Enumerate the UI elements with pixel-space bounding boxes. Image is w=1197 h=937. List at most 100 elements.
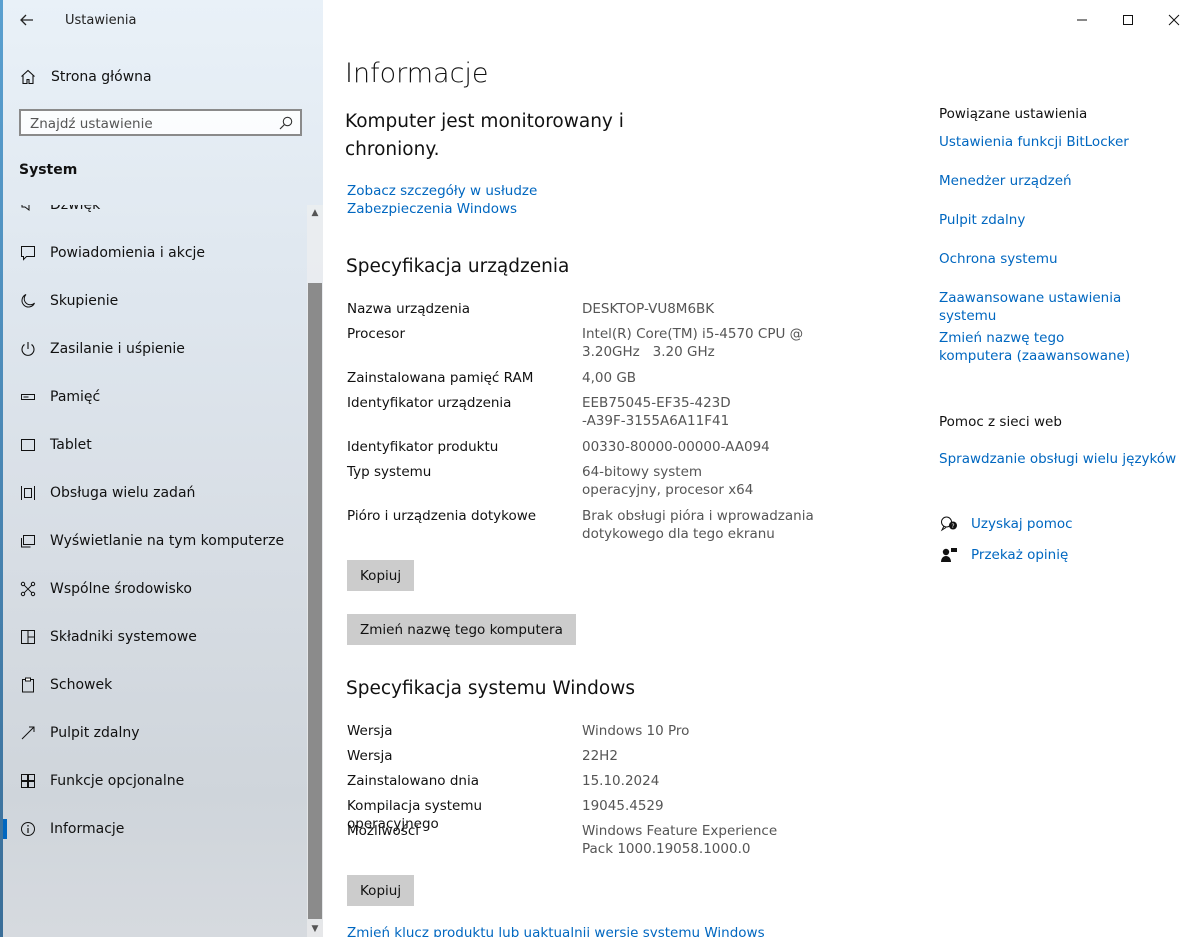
- home-label: Strona główna: [51, 69, 152, 85]
- back-arrow-icon: [20, 14, 33, 26]
- sidebar-item-focus[interactable]: Skupienie: [0, 277, 307, 325]
- spec-key: Procesor: [347, 326, 405, 342]
- sidebar-item-remote-desktop[interactable]: Pulpit zdalny: [0, 709, 307, 757]
- shared-experiences-icon: [18, 581, 38, 597]
- sidebar-item-label: Funkcje opcjonalne: [50, 773, 185, 789]
- sidebar-item-label: Informacje: [50, 821, 125, 837]
- spec-value: Windows 10 Pro: [582, 723, 690, 739]
- multi-language-link[interactable]: Sprawdzanie obsługi wielu języków: [939, 450, 1179, 468]
- rename-pc-button[interactable]: Zmień nazwę tego komputera: [347, 614, 576, 645]
- sidebar-item-tablet[interactable]: Tablet: [0, 421, 307, 469]
- sidebar-scrollbar[interactable]: ▲ ▼: [307, 205, 323, 937]
- sidebar-item-label: Składniki systemowe: [50, 629, 197, 645]
- security-status-text: Komputer jest monitorowany i chroniony.: [345, 111, 624, 160]
- sidebar-item-multitasking[interactable]: Obsługa wielu zadań: [0, 469, 307, 517]
- sidebar-item-clipboard[interactable]: Schowek: [0, 661, 307, 709]
- remote-desktop-icon: [18, 725, 38, 741]
- search-input[interactable]: [21, 111, 272, 136]
- advanced-system-settings-link[interactable]: Zaawansowane ustawienia systemu: [939, 289, 1179, 325]
- system-components-icon: [18, 629, 38, 645]
- main-content: Informacje Komputer jest monitorowany i …: [323, 0, 1197, 937]
- copy-device-specs-button[interactable]: Kopiuj: [347, 560, 415, 591]
- spec-key: Typ systemu: [347, 464, 432, 480]
- power-icon: [18, 341, 38, 357]
- notification-icon: [18, 245, 38, 261]
- sidebar: Ustawienia Strona główna System Dźwięk P…: [0, 0, 323, 937]
- sidebar-item-label: Schowek: [50, 677, 113, 693]
- spec-value: DESKTOP-VU8M6BK: [582, 301, 715, 317]
- sidebar-item-power[interactable]: Zasilanie i uśpienie: [0, 325, 307, 373]
- maximize-icon: [1123, 15, 1133, 25]
- sidebar-item-optional-features[interactable]: Funkcje opcjonalne: [0, 757, 307, 805]
- sidebar-item-notifications[interactable]: Powiadomienia i akcje: [0, 229, 307, 277]
- sidebar-item-label: Obsługa wielu zadań: [50, 485, 196, 501]
- change-product-key-link[interactable]: Zmień klucz produktu lub uaktualnij wers…: [347, 925, 765, 937]
- spec-value: 19045.4529: [582, 798, 664, 814]
- multitasking-icon: [18, 485, 38, 501]
- spec-key: Zainstalowana pamięć RAM: [347, 370, 534, 386]
- sidebar-item-projecting[interactable]: Wyświetlanie na tym komputerze: [0, 517, 307, 565]
- spec-value: Intel(R) Core(TM) i5-4570 CPU @ 3.20GHz …: [582, 326, 808, 360]
- search-icon[interactable]: [279, 115, 293, 134]
- svg-text:?: ?: [951, 523, 954, 530]
- clipboard-icon: [18, 677, 38, 693]
- remote-desktop-link[interactable]: Pulpit zdalny: [939, 211, 1179, 229]
- sidebar-item-label: Pamięć: [50, 389, 101, 405]
- copy-windows-specs-button[interactable]: Kopiuj: [347, 875, 415, 906]
- sidebar-item-label: Wspólne środowisko: [50, 581, 192, 597]
- scroll-up-icon[interactable]: ▲: [307, 205, 323, 221]
- security-details-link[interactable]: Zobacz szczegóły w usłudze Zabezpieczeni…: [347, 182, 647, 218]
- minimize-icon: [1077, 19, 1087, 21]
- sidebar-item-label: Pulpit zdalny: [50, 725, 140, 741]
- rename-pc-advanced-link[interactable]: Zmień nazwę tego komputera (zaawansowane…: [939, 329, 1139, 365]
- spec-value: 15.10.2024: [582, 773, 660, 789]
- sidebar-item-label: Dźwięk: [50, 205, 101, 213]
- spec-value: Windows Feature Experience Pack 1000.190…: [582, 823, 778, 857]
- spec-value: 64-bitowy system operacyjny, procesor x6…: [582, 464, 754, 498]
- sidebar-item-system-components[interactable]: Składniki systemowe: [0, 613, 307, 661]
- minimize-button[interactable]: [1059, 0, 1105, 40]
- maximize-button[interactable]: [1105, 0, 1151, 40]
- get-help-link[interactable]: Uzyskaj pomoc: [971, 516, 1073, 532]
- close-button[interactable]: [1151, 0, 1197, 40]
- spec-key: Nazwa urządzenia: [347, 301, 471, 317]
- spec-value: EEB75045-EF35-423D-A39F-3155A6A11F41: [582, 395, 731, 429]
- device-specs-heading: Specyfikacja urządzenia: [346, 256, 570, 277]
- sidebar-item-shared[interactable]: Wspólne środowisko: [0, 565, 307, 613]
- search-box[interactable]: [19, 109, 302, 136]
- home-icon: [18, 69, 38, 85]
- app-title: Ustawienia: [65, 13, 137, 28]
- optional-features-icon: [18, 773, 38, 789]
- moon-icon: [18, 293, 38, 309]
- web-help-heading: Pomoc z sieci web: [939, 414, 1062, 430]
- system-protection-link[interactable]: Ochrona systemu: [939, 250, 1179, 268]
- get-help-item[interactable]: ? Uzyskaj pomoc: [939, 516, 1073, 532]
- sidebar-item-sound[interactable]: Dźwięk: [0, 205, 307, 229]
- feedback-link[interactable]: Przekaż opinię: [971, 547, 1068, 563]
- related-settings-heading: Powiązane ustawienia: [939, 106, 1088, 122]
- bitlocker-settings-link[interactable]: Ustawienia funkcji BitLocker: [939, 133, 1179, 151]
- feedback-item[interactable]: Przekaż opinię: [939, 547, 1068, 563]
- windows-specs-heading: Specyfikacja systemu Windows: [346, 678, 635, 699]
- help-chat-icon: ?: [939, 516, 959, 532]
- page-title: Informacje: [345, 58, 489, 89]
- scroll-down-icon[interactable]: ▼: [307, 921, 323, 937]
- sidebar-item-storage[interactable]: Pamięć: [0, 373, 307, 421]
- window-controls: [1059, 0, 1197, 40]
- device-manager-link[interactable]: Menedżer urządzeń: [939, 172, 1179, 190]
- spec-key: Zainstalowano dnia: [347, 773, 480, 789]
- scroll-thumb[interactable]: [308, 283, 322, 919]
- spec-value: Brak obsługi pióra i wprowadzania dotyko…: [582, 508, 814, 542]
- home-nav-item[interactable]: Strona główna: [18, 62, 152, 92]
- back-button[interactable]: [12, 6, 42, 34]
- spec-key: Wersja: [347, 723, 393, 739]
- sidebar-item-label: Powiadomienia i akcje: [50, 245, 206, 261]
- sidebar-item-label: Zasilanie i uśpienie: [50, 341, 185, 357]
- spec-key: Identyfikator urządzenia: [347, 395, 512, 411]
- close-icon: [1168, 14, 1180, 26]
- storage-icon: [18, 389, 38, 405]
- spec-value: 00330-80000-00000-AA094: [582, 439, 770, 455]
- sidebar-item-about[interactable]: Informacje: [0, 805, 307, 853]
- sidebar-item-label: Skupienie: [50, 293, 119, 309]
- info-icon: [18, 821, 38, 837]
